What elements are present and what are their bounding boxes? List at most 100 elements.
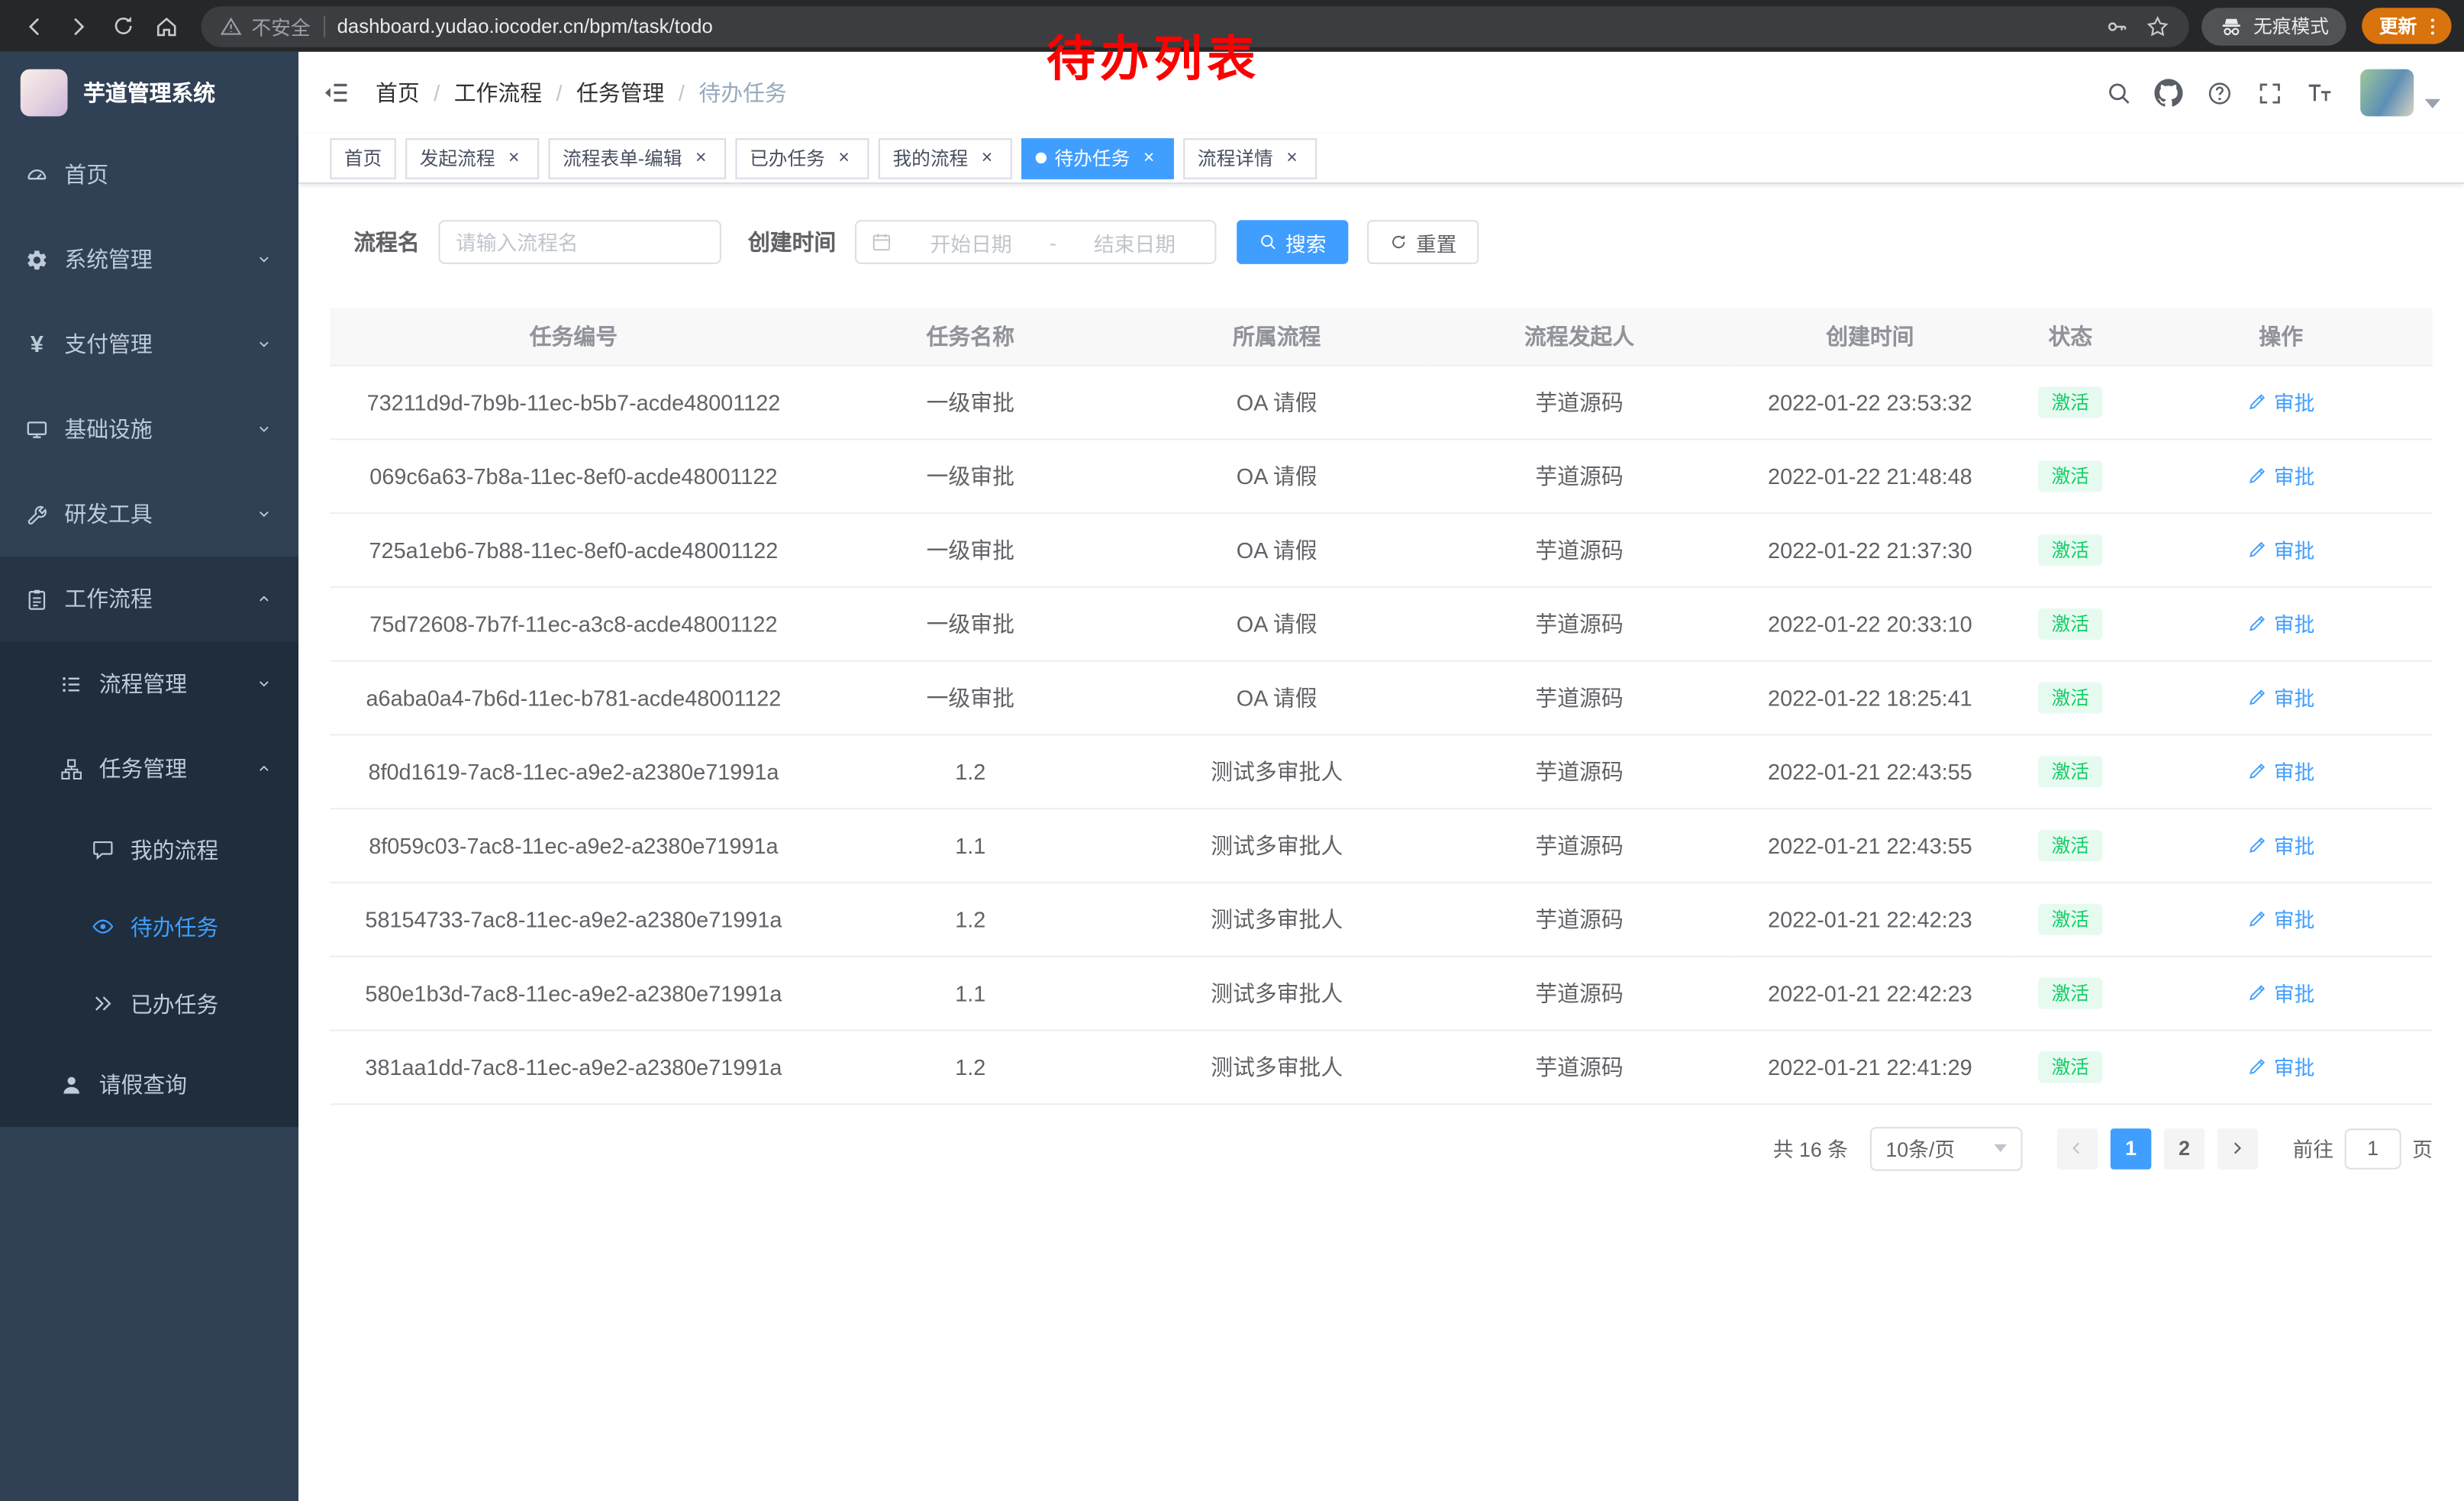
screen: 不安全 dashboard.yudao.iocoder.cn/bpm/task/… xyxy=(0,0,2464,1501)
sidebar-item-process-management[interactable]: 流程管理 xyxy=(0,641,298,726)
browser-forward-button[interactable] xyxy=(56,4,101,48)
approve-link[interactable]: 审批 xyxy=(2247,460,2315,490)
page-button-2[interactable]: 2 xyxy=(2164,1128,2205,1169)
calendar-icon xyxy=(871,231,893,253)
sidebar-item-my-processes[interactable]: 我的流程 xyxy=(0,811,298,888)
docs-help-button[interactable] xyxy=(2194,79,2244,106)
browser-back-button[interactable] xyxy=(12,4,56,48)
tab-start-process[interactable]: 发起流程× xyxy=(405,137,539,179)
header-search-button[interactable] xyxy=(2093,79,2143,106)
tab-process-detail[interactable]: 流程详情× xyxy=(1183,137,1317,179)
sidebar-item-done-tasks[interactable]: 已办任务 xyxy=(0,965,298,1042)
bookmark-star-icon[interactable] xyxy=(2145,13,2170,38)
col-starter: 流程发起人 xyxy=(1430,308,1728,365)
status-badge: 激活 xyxy=(2039,608,2101,639)
close-icon[interactable]: × xyxy=(1138,147,1160,169)
close-icon[interactable]: × xyxy=(503,147,525,169)
omnibox-divider xyxy=(323,15,324,37)
sidebar-item-payment[interactable]: ¥ 支付管理 xyxy=(0,302,298,386)
approve-link[interactable]: 审批 xyxy=(2247,386,2315,416)
sidebar-item-system[interactable]: 系统管理 xyxy=(0,217,298,302)
sidebar-item-home[interactable]: 首页 xyxy=(0,132,298,217)
url-text: dashboard.yudao.iocoder.cn/bpm/task/todo xyxy=(337,15,713,37)
tab-home[interactable]: 首页 xyxy=(330,137,395,179)
filter-bar: 流程名 创建时间 开始日期 - 结束日期 搜索 xyxy=(353,220,2433,264)
prev-page-button[interactable] xyxy=(2057,1128,2098,1169)
page-button-1[interactable]: 1 xyxy=(2111,1128,2152,1169)
approve-link[interactable]: 审批 xyxy=(2247,1051,2315,1081)
process-name-input[interactable] xyxy=(438,220,721,264)
reset-button[interactable]: 重置 xyxy=(1367,220,1479,264)
approve-link[interactable]: 审批 xyxy=(2247,608,2315,638)
search-button[interactable]: 搜索 xyxy=(1237,220,1348,264)
col-actions: 操作 xyxy=(2130,308,2433,365)
tab-process-form-edit[interactable]: 流程表单-编辑× xyxy=(549,137,727,179)
font-size-button[interactable] xyxy=(2295,79,2345,107)
goto-page-input[interactable] xyxy=(2345,1128,2401,1169)
avatar-caret-down-icon[interactable] xyxy=(2425,99,2441,108)
next-page-button[interactable] xyxy=(2217,1128,2259,1169)
edit-icon xyxy=(2247,465,2268,486)
edit-icon xyxy=(2247,613,2268,634)
date-range-picker[interactable]: 开始日期 - 结束日期 xyxy=(855,220,1217,264)
chevron-up-icon xyxy=(255,759,274,778)
col-create-time: 创建时间 xyxy=(1729,308,2012,365)
address-bar[interactable]: 不安全 dashboard.yudao.iocoder.cn/bpm/task/… xyxy=(202,5,2189,47)
close-icon[interactable]: × xyxy=(976,147,998,169)
approve-link[interactable]: 审批 xyxy=(2247,682,2315,712)
sitemap-icon xyxy=(60,757,83,780)
dashboard-icon xyxy=(25,163,49,186)
end-date-placeholder: 结束日期 xyxy=(1069,227,1201,257)
close-icon[interactable]: × xyxy=(690,147,712,169)
github-link[interactable] xyxy=(2143,79,2194,107)
sidebar-item-workflow[interactable]: 工作流程 xyxy=(0,557,298,641)
browser-reload-button[interactable] xyxy=(101,4,145,48)
browser-update-button[interactable]: 更新 xyxy=(2362,8,2451,44)
password-key-icon[interactable] xyxy=(2104,13,2130,38)
navbar-tools xyxy=(2093,69,2440,117)
tab-done-tasks[interactable]: 已办任务× xyxy=(736,137,869,179)
sidebar-item-todo-tasks[interactable]: 待办任务 xyxy=(0,888,298,965)
approve-link[interactable]: 审批 xyxy=(2247,904,2315,934)
fullscreen-button[interactable] xyxy=(2244,79,2295,106)
chevron-down-icon xyxy=(255,335,274,354)
sidebar-item-dev-tools[interactable]: 研发工具 xyxy=(0,472,298,557)
approve-link[interactable]: 审批 xyxy=(2247,830,2315,860)
approve-link[interactable]: 审批 xyxy=(2247,756,2315,786)
user-icon xyxy=(60,1073,83,1096)
tab-my-processes[interactable]: 我的流程× xyxy=(879,137,1012,179)
search-icon xyxy=(1259,233,1278,252)
close-icon[interactable]: × xyxy=(1281,147,1303,169)
approve-link[interactable]: 审批 xyxy=(2247,534,2315,564)
user-avatar[interactable] xyxy=(2360,69,2414,117)
breadcrumb-workflow[interactable]: 工作流程 xyxy=(454,77,542,108)
edit-icon xyxy=(2247,687,2268,708)
approve-link[interactable]: 审批 xyxy=(2247,978,2315,1008)
tool-icon xyxy=(25,502,49,526)
browser-menu-icon[interactable] xyxy=(2421,15,2443,37)
col-task-id: 任务编号 xyxy=(330,308,817,365)
page-size-select[interactable]: 10条/页 xyxy=(1870,1126,2023,1170)
status-badge: 激活 xyxy=(2039,976,2101,1008)
sidebar-item-leave-query[interactable]: 请假查询 xyxy=(0,1042,298,1127)
table-row: 725a1eb6-7b88-11ec-8ef0-acde48001122一级审批… xyxy=(330,512,2433,586)
table-row: 75d72608-7b7f-11ec-a3c8-acde48001122一级审批… xyxy=(330,586,2433,660)
close-icon[interactable]: × xyxy=(833,147,855,169)
app-logo-row[interactable]: 芋道管理系统 xyxy=(0,52,298,132)
sidebar-item-infrastructure[interactable]: 基础设施 xyxy=(0,386,298,471)
gear-icon xyxy=(25,247,49,271)
breadcrumb-home[interactable]: 首页 xyxy=(376,77,420,108)
chevron-down-icon xyxy=(255,674,274,693)
table-row: a6aba0a4-7b6d-11ec-b781-acde48001122一级审批… xyxy=(330,660,2433,734)
sidebar-collapse-button[interactable] xyxy=(322,79,350,107)
table-row: 73211d9d-7b9b-11ec-b5b7-acde48001122一级审批… xyxy=(330,365,2433,439)
sidebar-item-task-management[interactable]: 任务管理 xyxy=(0,726,298,811)
tab-todo-tasks[interactable]: 待办任务× xyxy=(1021,137,1174,179)
breadcrumb-task-management[interactable]: 任务管理 xyxy=(576,77,664,108)
incognito-badge: 无痕模式 xyxy=(2201,7,2346,44)
table-row: 58154733-7ac8-11ec-a9e2-a2380e71991a1.2测… xyxy=(330,882,2433,956)
search-icon xyxy=(2105,79,2132,106)
status-badge: 激活 xyxy=(2039,755,2101,786)
status-badge: 激活 xyxy=(2039,1051,2101,1082)
browser-home-button[interactable] xyxy=(144,4,189,48)
